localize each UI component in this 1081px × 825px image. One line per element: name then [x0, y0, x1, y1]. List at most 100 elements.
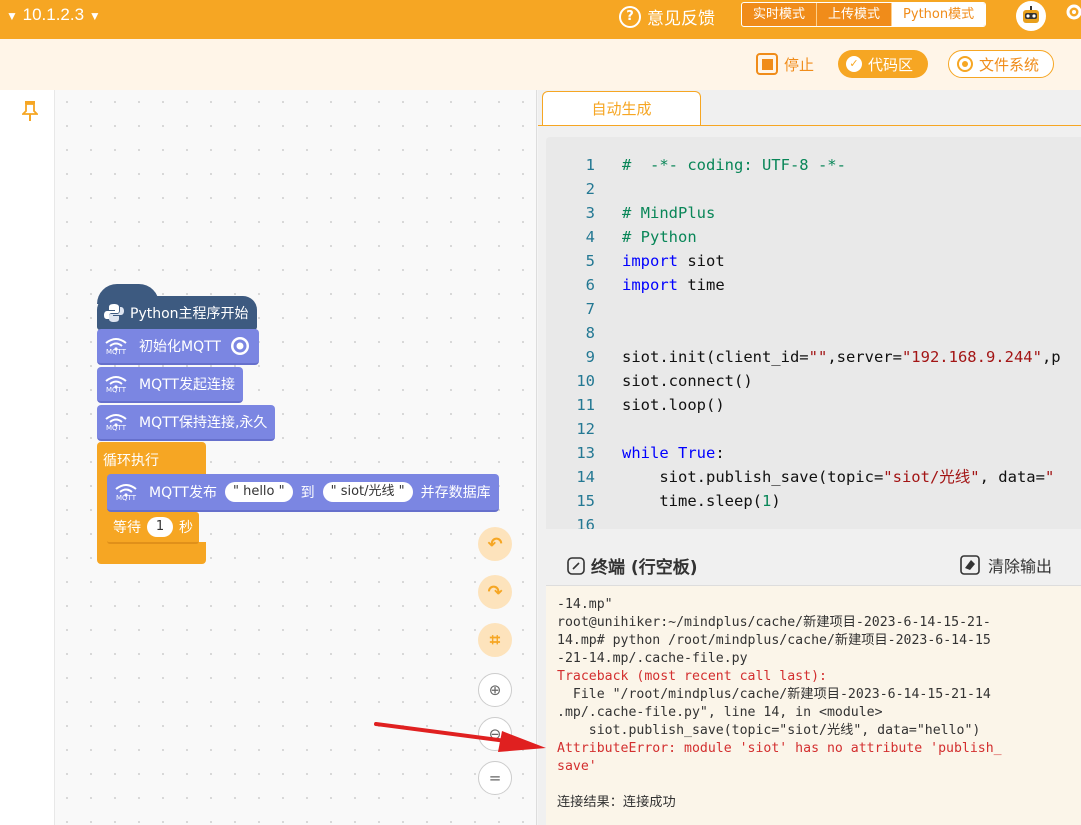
code-line[interactable]: 16	[546, 513, 1081, 529]
terminal-line: -14.mp"	[557, 597, 613, 612]
code-line[interactable]: 9 siot.init(client_id="",server="192.168.…	[546, 345, 1081, 369]
pin-icon[interactable]	[22, 100, 38, 122]
wait-seconds-input[interactable]: 1	[147, 517, 173, 537]
publish-message-input[interactable]: " hello "	[224, 482, 293, 502]
code-line[interactable]: 1 # -*- coding: UTF-8 -*-	[546, 153, 1081, 177]
code-line[interactable]: 14 siot.publish_save(topic="siot/光线", da…	[546, 465, 1081, 489]
code-text: import time	[622, 276, 725, 294]
mqtt-connect-block[interactable]: MQTT MQTT发起连接	[97, 367, 243, 403]
python-main-start-block[interactable]: Python主程序开始	[97, 296, 257, 330]
code-line[interactable]: 7	[546, 297, 1081, 321]
terminal-line: Traceback (most recent call last):	[557, 669, 827, 684]
wait-block[interactable]: 等待 1 秒	[107, 512, 199, 544]
code-line[interactable]: 10 siot.connect()	[546, 369, 1081, 393]
wifi-icon: MQTT	[101, 413, 131, 432]
code-line[interactable]: 4 # Python	[546, 225, 1081, 249]
terminal-line: AttributeError: module 'siot' has no att…	[557, 741, 1002, 756]
code-line[interactable]: 8	[546, 321, 1081, 345]
tab-underline	[538, 125, 1081, 126]
code-editor[interactable]: 1 # -*- coding: UTF-8 -*- 2 3 # MindPlus 4 # P…	[546, 137, 1081, 529]
terminal-line: save'	[557, 759, 597, 774]
settings-gear-icon[interactable]	[1064, 2, 1081, 22]
terminal-line: -21-14.mp/.cache-file.py	[557, 651, 748, 666]
code-text: siot.loop()	[622, 396, 725, 414]
code-line[interactable]: 11 siot.loop()	[546, 393, 1081, 417]
line-number: 1	[585, 156, 595, 174]
mode-python[interactable]: Python模式	[892, 3, 986, 26]
terminal-line: siot.publish_save(topic="siot/光线", data=…	[557, 723, 981, 738]
hat-block-label: Python主程序开始	[130, 306, 249, 322]
line-number: 9	[585, 348, 595, 366]
right-pane: 自动生成 1 # -*- coding: UTF-8 -*- 2 3 # MindPlu…	[538, 90, 1081, 825]
crop-icon: ⌗	[489, 629, 501, 651]
line-number: 4	[585, 228, 595, 246]
mqtt-init-block[interactable]: MQTT 初始化MQTT	[97, 329, 259, 365]
code-text: while True:	[622, 444, 725, 462]
zoom-in-button[interactable]: ⊕	[478, 673, 512, 707]
redo-button[interactable]: ↷	[478, 575, 512, 609]
terminal-line: File "/root/mindplus/cache/新建项目-2023-6-1…	[557, 687, 991, 702]
gear-icon[interactable]	[229, 335, 251, 357]
code-line[interactable]: 15 time.sleep(1)	[546, 489, 1081, 513]
terminal-line: .mp/.cache-file.py", line 14, in <module…	[557, 705, 883, 720]
feedback-button[interactable]: ? 意见反馈	[619, 4, 715, 29]
line-number: 5	[585, 252, 595, 270]
equals-icon: =	[488, 769, 502, 787]
check-icon: ✓	[846, 56, 862, 72]
wifi-icon: MQTT	[101, 337, 131, 356]
code-line[interactable]: 5 import siot	[546, 249, 1081, 273]
line-number: 15	[576, 492, 595, 510]
code-text: import siot	[622, 252, 725, 270]
mode-realtime[interactable]: 实时模式	[742, 3, 818, 26]
code-line[interactable]: 12	[546, 417, 1081, 441]
question-icon: ?	[619, 5, 641, 28]
tab-auto-generate[interactable]: 自动生成	[542, 91, 701, 126]
mqtt-publish-block[interactable]: MQTT MQTT发布 " hello " 到 " siot/光线 " 并存数据…	[107, 474, 499, 512]
wifi-icon: MQTT	[101, 375, 131, 394]
sub-toolbar: 停止 ✓ 代码区 文件系统	[0, 39, 1081, 90]
mqtt-icon-text: MQTT	[106, 423, 126, 432]
left-strip	[0, 90, 55, 825]
stop-button[interactable]: 停止	[756, 50, 814, 78]
clear-output-button[interactable]: 清除输出	[960, 553, 1052, 577]
avatar[interactable]	[1016, 1, 1046, 31]
crop-button[interactable]: ⌗	[478, 623, 512, 657]
block-workspace[interactable]: Python主程序开始 MQTT 初始化MQTT MQTT MQTT发起连接 M…	[55, 90, 537, 825]
code-line[interactable]: 13 while True:	[546, 441, 1081, 465]
mqtt-icon-text: MQTT	[106, 385, 126, 394]
redo-icon: ↷	[487, 581, 503, 603]
line-number: 13	[576, 444, 595, 462]
version-selector[interactable]: ▼ 10.1.2.3 ▼	[6, 5, 101, 25]
line-number: 14	[576, 468, 595, 486]
terminal-line: root@unihiker:~/mindplus/cache/新建项目-2023…	[557, 615, 991, 630]
code-text: # Python	[622, 228, 697, 246]
caret-down-icon: ▼	[6, 8, 18, 23]
code-text: siot.publish_save(topic="siot/光线", data=…	[622, 468, 1055, 486]
terminal-line: 14.mp# python /root/mindplus/cache/新建项目-…	[557, 633, 991, 648]
code-line[interactable]: 6 import time	[546, 273, 1081, 297]
undo-button[interactable]: ↶	[478, 527, 512, 561]
stop-icon	[756, 53, 778, 75]
publish-topic-input[interactable]: " siot/光线 "	[322, 482, 413, 502]
mqtt-connect-label: MQTT发起连接	[139, 377, 235, 393]
terminal-title-label: 终端 (行空板)	[591, 558, 698, 578]
wait-unit-label: 秒	[179, 520, 193, 536]
mqtt-keep-block[interactable]: MQTT MQTT保持连接,永久	[97, 405, 276, 441]
code-area-button[interactable]: ✓ 代码区	[838, 50, 928, 78]
terminal-line: 连接结果：连接成功	[557, 795, 676, 810]
loop-label: 循环执行	[103, 453, 159, 469]
annotation-arrow-icon	[374, 722, 546, 752]
mode-upload[interactable]: 上传模式	[817, 3, 893, 26]
code-line[interactable]: 3 # MindPlus	[546, 201, 1081, 225]
file-system-button[interactable]: 文件系统	[948, 50, 1054, 78]
line-number: 11	[576, 396, 595, 414]
line-number: 12	[576, 420, 595, 438]
publish-to-label: 到	[300, 485, 315, 501]
line-number: 2	[585, 180, 595, 198]
code-text: time.sleep(1)	[622, 492, 781, 510]
code-line[interactable]: 2	[546, 177, 1081, 201]
zoom-reset-button[interactable]: =	[478, 761, 512, 795]
clear-output-label: 清除输出	[988, 557, 1053, 576]
version-label: 10.1.2.3	[22, 5, 85, 24]
